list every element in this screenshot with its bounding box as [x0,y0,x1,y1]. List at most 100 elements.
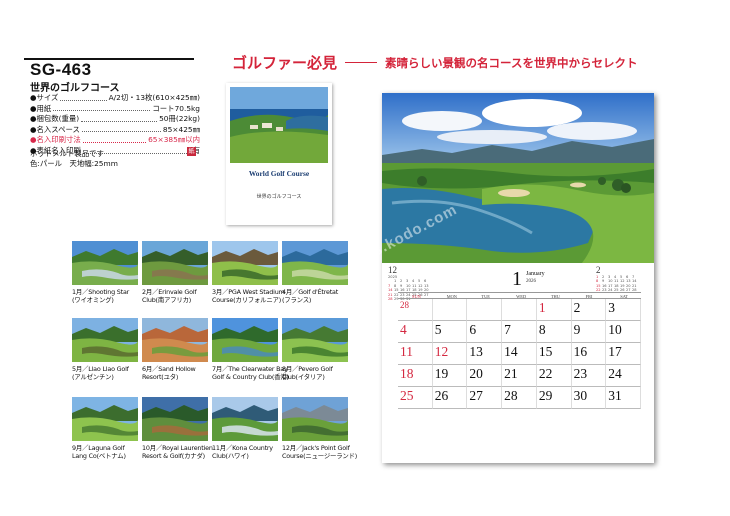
caption-line-2: Resort & Golf(カナダ) [142,452,205,461]
caption-line-2: (アルゼンチン) [72,373,114,382]
headline-dash [345,62,378,63]
calendar-day: 24 [606,365,641,387]
month-caption: 6月／Sand Hollow Resort(ユタ) [142,365,208,382]
calendar-day: 8 [536,321,572,343]
month-thumb: 6月／Sand Hollow Resort(ユタ) [142,318,208,382]
month-photo [282,397,348,441]
month-thumb: 12月／Jack's Point Golf Course(ニュージーランド) [282,397,358,461]
current-month-name: January [526,271,545,277]
month-photo [282,318,348,362]
note-line-2: 色:パール 天地幅:25mm [30,159,118,168]
cover-subtitle: 世界のゴルフコース [256,194,302,200]
caption-line-1: 9月／Laguna Golf [72,444,125,452]
spec-leader [82,135,147,143]
calendar-day: 9 [571,321,607,343]
month-thumbnails: 1月／Shooting Star (ワイオミング) 2月／Erinvale Golf… [72,241,358,513]
month-thumb: 9月／Laguna Golf Lang Co(ベトナム) [72,397,138,461]
calendar-day: 10 [606,321,641,343]
calendar-day: 13 [467,343,503,365]
spec-key: ●名入スペース [30,124,80,134]
month-caption: 4月／Golf d'Étretat (フランス) [282,288,348,305]
month-photo [72,318,138,362]
caption-line-2: Course(カリフォルニア) [212,296,282,305]
calendar-day: 23 [571,365,607,387]
calendar-cover: World Golf Course 世界のゴルフコース [226,83,332,225]
spec-row: ●名入スペース 85×425㎜ [30,125,200,136]
note-line-1: ホットメルト製品です [30,149,104,158]
spec-value: A/2切・13枚(610×425㎜) [108,93,200,102]
calendar-day: 6 [467,321,503,343]
spec-leader [53,104,151,112]
month-thumb: 3月／PGA West Stadium Course(カリフォルニア) [212,241,285,305]
month-photo [72,397,138,441]
month-caption: 10月／Royal Laurentien Resort & Golf(カナダ) [142,444,213,461]
weekday-header: SUN MON TUE WED THU FRI SAT [398,292,641,299]
month-thumb: 7月／The Clearwater Bay Golf & Country Club… [212,318,289,382]
calendar-day: 7 [502,321,537,343]
month-caption: 8月／Pevero Golf Club(イタリア) [282,365,348,382]
spec-leader [81,125,161,133]
caption-line-2: Course(ニュージーランド) [282,452,358,461]
spec-key: ●名入印刷寸法 [30,135,81,145]
month-photo [72,241,138,285]
month-caption: 12月／Jack's Point Golf Course(ニュージーランド) [282,444,358,461]
month-thumb: 11月／Kona Country Club(ハワイ) [212,397,278,461]
calendar-day: 27 [467,387,503,409]
spec-value: 50冊(22kg) [159,114,200,124]
caption-line-2: Club(イタリア) [282,373,325,382]
month-thumb: 5月／Llao Llao Golf (アルゼンチン) [72,318,138,382]
spec-key: ●サイズ [30,93,59,102]
calendar-day [432,299,468,321]
spec-key: ●梱包数(重量) [30,114,80,124]
calendar-day: 19 [432,365,468,387]
caption-line-2: Lang Co(ベトナム) [72,452,126,461]
spec-list: ●サイズ A/2切・13枚(610×425㎜) ●用紙 コート70.5kg ●梱包数(重… [30,93,200,157]
spec-row: ●名入印刷寸法 65×385㎜以内 [30,135,200,146]
calendar-day: 1 [536,299,572,321]
month-photo [142,318,208,362]
month-caption: 2月／Erinvale Golf Club(南アフリカ) [142,288,208,305]
month-photo [142,241,208,285]
model-number: SG-463 [30,60,92,79]
product-note: ホットメルト製品です 色:パール 天地幅:25mm [30,149,118,169]
next-month-mini: 2 1 2 3 4 5 6 7 8 9 10 11 12 13 14 15 16 17 18 19 20 21 22 23 2… [596,265,638,293]
caption-line-2: Resort(ユタ) [142,373,179,382]
calendar-day: 26 [432,387,468,409]
spec-value: コート70.5kg [152,103,200,113]
current-month-number: 1 [512,268,522,290]
calendar-day: 4 [398,321,433,343]
calendar-grid: SUN MON TUE WED THU FRI SAT 28 1 2 3 4 5 6 7 8 9 10 11 12 1… [398,292,641,409]
calendar-day: 30 [571,387,607,409]
month-caption: 5月／Llao Llao Golf (アルゼンチン) [72,365,138,382]
month-caption: 1月／Shooting Star (ワイオミング) [72,288,138,305]
spec-key: ●用紙 [30,103,52,113]
calendar-page: 12 2025 1 2 3 4 5 6 7 8 9 10 11 12 13 14 15 16 17 18 19 20 2… [382,93,654,463]
caption-line-2: (ワイオミング) [72,296,114,305]
calendar-day: 20 [467,365,503,387]
month-thumb: 4月／Golf d'Étretat (フランス) [282,241,348,305]
month-photo [282,241,348,285]
caption-line-2: (フランス) [282,296,312,305]
day-grid: 28 1 2 3 4 5 6 7 8 9 10 11 12 13 14 15 16 17 18 19 20 21 22 23 2… [398,299,641,409]
spec-row: ●用紙 コート70.5kg [30,104,200,115]
calendar-day: 14 [502,343,537,365]
month-caption: 3月／PGA West Stadium Course(カリフォルニア) [212,288,285,305]
caption-line-1: 12月／Jack's Point Golf [282,444,350,452]
prev-month-number: 12 [388,265,397,275]
calendar-day: 28 [502,387,537,409]
spec-value: 65×385㎜以内 [148,135,200,145]
caption-line-1: 11月／Kona Country [212,444,273,452]
calendar-day [502,299,537,321]
month-caption: 11月／Kona Country Club(ハワイ) [212,444,278,461]
month-photo [212,318,278,362]
caption-line-2: Club(ハワイ) [212,452,249,461]
spec-value: 85×425㎜ [162,124,200,134]
calendar-day [467,299,503,321]
spec-row: ●梱包数(重量) 50冊(22kg) [30,114,200,125]
product-title: 世界のゴルフコース [30,83,120,94]
headline-lead: ゴルファー必見 [232,54,338,72]
cover-photo [230,87,328,163]
calendar-day: 17 [606,343,641,365]
calendar-day: 25 [398,387,433,409]
caption-line-2: Golf & Country Club(香港) [212,373,289,382]
